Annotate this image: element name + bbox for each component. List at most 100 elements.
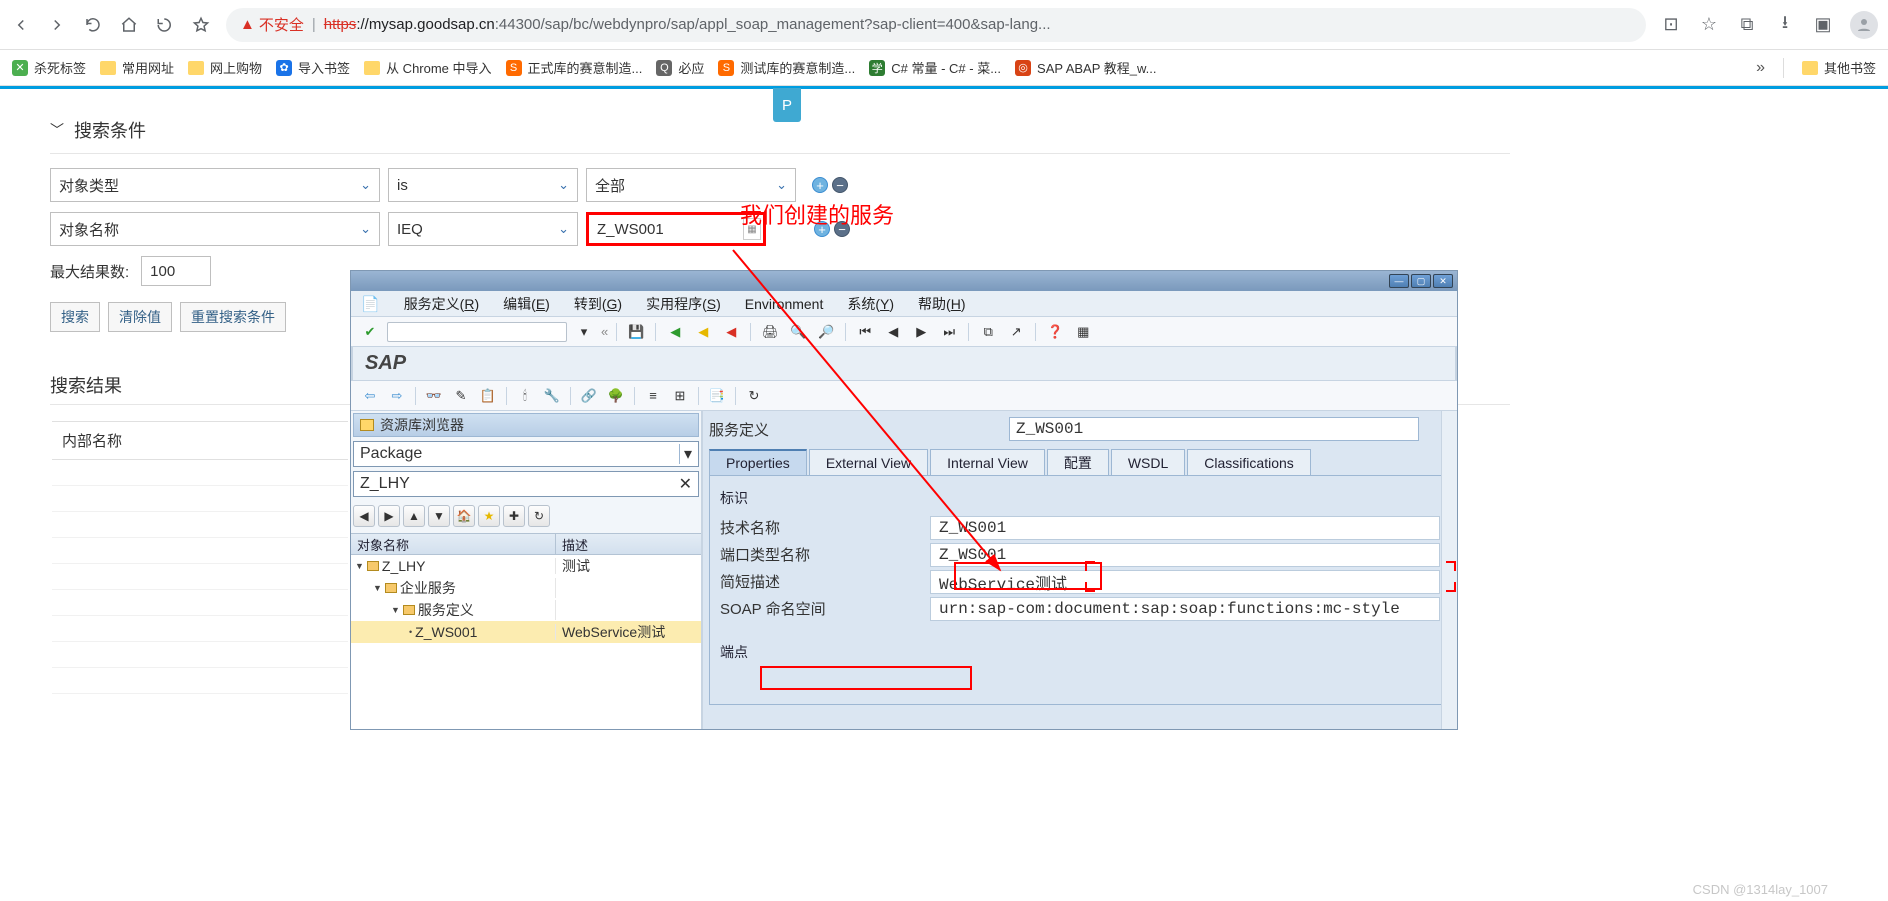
bookmark-common[interactable]: 常用网址 (100, 58, 174, 77)
clear-button[interactable]: 清除值 (108, 302, 172, 332)
profile-avatar-icon[interactable] (1850, 11, 1878, 39)
search-criteria-header[interactable]: ﹀ 搜索条件 (50, 99, 1888, 151)
test-icon[interactable]: 🔧 (541, 385, 563, 407)
reset-button[interactable]: 重置搜索条件 (180, 302, 286, 332)
copy-icon[interactable]: 📋 (477, 385, 499, 407)
activate-icon[interactable]: 🕯 (514, 385, 536, 407)
clear-icon[interactable]: ✕ (679, 474, 692, 494)
display-icon[interactable]: 👓 (423, 385, 445, 407)
tree-row[interactable]: ▼服务定义 (351, 599, 701, 621)
nav-up-icon[interactable]: ▲ (403, 505, 425, 527)
back-icon[interactable] (10, 14, 32, 36)
tab-配置[interactable]: 配置 (1047, 449, 1109, 475)
bookmark-bing[interactable]: Q必应 (656, 58, 704, 77)
menu-utilities[interactable]: 实用程序(S) (646, 294, 721, 314)
last-page-icon[interactable]: ⏭ (938, 321, 960, 343)
nav-left-icon[interactable]: ◀ (353, 505, 375, 527)
translate-icon[interactable]: ⊡ (1660, 14, 1682, 36)
value-select-1[interactable]: 全部⌄ (586, 168, 796, 202)
bookmark-sap-abap[interactable]: ◎SAP ABAP 教程_w... (1015, 58, 1156, 77)
change-icon[interactable]: ✎ (450, 385, 472, 407)
other-object-icon[interactable]: ≡ (642, 385, 664, 407)
home-icon[interactable] (118, 14, 140, 36)
find-icon[interactable]: 🔍 (787, 321, 809, 343)
package-type-select[interactable]: Package▾ (353, 441, 699, 467)
history-back-icon[interactable] (154, 14, 176, 36)
minimize-button[interactable]: — (1389, 274, 1409, 288)
command-field[interactable] (387, 322, 567, 342)
vertical-scrollbar[interactable] (1441, 411, 1457, 729)
menu-service-def[interactable]: 服务定义(R) (404, 294, 479, 314)
value-input-2[interactable]: Z_WS001 ▦ (586, 212, 766, 246)
tree-row[interactable]: •Z_WS001WebService测试 (351, 621, 701, 643)
object-name-select[interactable]: 对象名称⌄ (50, 212, 380, 246)
operator-select-1[interactable]: is⌄ (388, 168, 578, 202)
enhance-icon[interactable]: ⊞ (669, 385, 691, 407)
search-button[interactable]: 搜索 (50, 302, 100, 332)
sidepanel-icon[interactable]: ▣ (1812, 14, 1834, 36)
nav-home-icon[interactable]: 🏠 (453, 505, 475, 527)
shortcut-icon[interactable]: ↗ (1005, 321, 1027, 343)
exit-icon[interactable]: ◀ (692, 321, 714, 343)
tab-external-view[interactable]: External View (809, 449, 928, 475)
new-session-icon[interactable]: ⧉ (977, 321, 999, 343)
package-name-input[interactable]: Z_LHY✕ (353, 471, 699, 497)
menu-environment[interactable]: Environment (745, 296, 824, 312)
dropdown-icon[interactable]: ▾ (573, 321, 595, 343)
bookmark-shopping[interactable]: 网上购物 (188, 58, 262, 77)
remove-row-button[interactable]: − (832, 177, 848, 193)
bookmark-chrome-import[interactable]: 从 Chrome 中导入 (364, 58, 491, 77)
forward-icon[interactable] (46, 14, 68, 36)
tree-col-desc[interactable]: 描述 (556, 534, 701, 554)
object-type-select[interactable]: 对象类型⌄ (50, 168, 380, 202)
menu-edit[interactable]: 编辑(E) (503, 294, 550, 314)
prev-page-icon[interactable]: ◀ (882, 321, 904, 343)
layout-icon[interactable]: ▦ (1072, 321, 1094, 343)
bookmark-other-folder[interactable]: 其他书签 (1802, 58, 1876, 77)
hierarchy-icon[interactable]: 🌳 (605, 385, 627, 407)
bookmark-prod-saiyi[interactable]: S正式库的赛意制造... (506, 58, 643, 77)
next-page-icon[interactable]: ▶ (910, 321, 932, 343)
tab-classifications[interactable]: Classifications (1187, 449, 1310, 475)
close-button[interactable]: ✕ (1433, 274, 1453, 288)
menu-system[interactable]: 系统(Y) (847, 294, 894, 314)
operator-select-2[interactable]: IEQ⌄ (388, 212, 578, 246)
maximize-button[interactable]: ▢ (1411, 274, 1431, 288)
star-outline-icon[interactable] (190, 14, 212, 36)
bookmark-icon[interactable]: ☆ (1698, 14, 1720, 36)
help-icon[interactable]: ❓ (1044, 321, 1066, 343)
max-results-input[interactable]: 100 (141, 256, 211, 286)
url-bar[interactable]: ▲ 不安全 | https://mysap.goodsap.cn:44300/s… (226, 8, 1646, 42)
menu-doc-icon[interactable]: 📄 (361, 295, 380, 313)
nav-back-icon[interactable]: ⇦ (359, 385, 381, 407)
service-def-value[interactable]: Z_WS001 (1009, 417, 1419, 441)
reload-icon[interactable] (82, 14, 104, 36)
tree-row[interactable]: ▼Z_LHY测试 (351, 555, 701, 577)
download-icon[interactable]: ⭳ (1774, 14, 1796, 36)
nav-refresh-icon[interactable]: ↻ (528, 505, 550, 527)
back-icon[interactable]: ◀ (664, 321, 686, 343)
menu-goto[interactable]: 转到(G) (574, 294, 622, 314)
where-used-icon[interactable]: 🔗 (578, 385, 600, 407)
bookmark-csharp[interactable]: 学C# 常量 - C# - 菜... (869, 58, 1001, 77)
doc-icon[interactable]: 📑 (706, 385, 728, 407)
tree-row[interactable]: ▼企业服务 (351, 577, 701, 599)
find-next-icon[interactable]: 🔎 (815, 321, 837, 343)
bookmark-import[interactable]: ✿导入书签 (276, 58, 350, 77)
bookmark-more-icon[interactable]: » (1756, 59, 1765, 77)
nav-add-fav-icon[interactable]: ✚ (503, 505, 525, 527)
nav-fwd-icon[interactable]: ⇨ (386, 385, 408, 407)
tab-wsdl[interactable]: WSDL (1111, 449, 1185, 475)
bookmark-test-saiyi[interactable]: S测试库的赛意制造... (718, 58, 855, 77)
add-row-button[interactable]: + (812, 177, 828, 193)
menu-help[interactable]: 帮助(H) (918, 294, 965, 314)
nav-down-icon[interactable]: ▼ (428, 505, 450, 527)
enter-icon[interactable]: ✔ (359, 321, 381, 343)
cancel-icon[interactable]: ◀ (720, 321, 742, 343)
results-col-internal-name[interactable]: 内部名称 (52, 421, 348, 460)
nav-history-icon[interactable]: ★ (478, 505, 500, 527)
print-icon[interactable]: 🖨 (759, 321, 781, 343)
extensions-icon[interactable]: ⧉ (1736, 14, 1758, 36)
save-icon[interactable]: 💾 (625, 321, 647, 343)
refresh-icon[interactable]: ↻ (743, 385, 765, 407)
